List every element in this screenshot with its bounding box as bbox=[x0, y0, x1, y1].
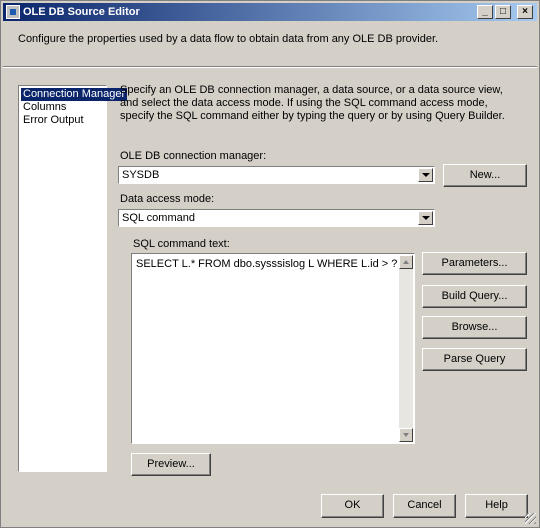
nav-item-error-output[interactable]: Error Output bbox=[21, 114, 86, 127]
nav-item-connection-manager[interactable]: Connection Manager bbox=[21, 88, 128, 101]
chevron-down-icon[interactable] bbox=[418, 211, 433, 225]
browse-button[interactable]: Browse... bbox=[422, 316, 527, 339]
header-divider bbox=[3, 66, 537, 68]
browse-button-label: Browse... bbox=[451, 321, 498, 333]
connection-manager-value: SYSDB bbox=[122, 169, 160, 181]
cancel-button[interactable]: Cancel bbox=[393, 494, 456, 518]
window-title: OLE DB Source Editor bbox=[23, 6, 140, 18]
connection-manager-select[interactable]: SYSDB bbox=[118, 166, 435, 184]
minimize-button[interactable]: _ bbox=[477, 5, 493, 19]
preview-button-label: Preview... bbox=[147, 458, 195, 470]
new-connection-button[interactable]: New... bbox=[443, 164, 527, 187]
parse-query-button[interactable]: Parse Query bbox=[422, 348, 527, 371]
ok-button-label: OK bbox=[344, 499, 361, 511]
connection-manager-label: OLE DB connection manager: bbox=[120, 150, 267, 162]
help-button-label: Help bbox=[485, 499, 508, 511]
ok-button[interactable]: OK bbox=[321, 494, 384, 518]
scroll-down-icon[interactable] bbox=[399, 428, 413, 442]
sql-command-textarea[interactable]: SELECT L.* FROM dbo.sysssislog L WHERE L… bbox=[131, 253, 415, 444]
access-mode-value: SQL command bbox=[122, 212, 195, 224]
sql-command-text: SELECT L.* FROM dbo.sysssislog L WHERE L… bbox=[136, 258, 398, 270]
new-connection-button-label: New... bbox=[469, 169, 501, 181]
vertical-scrollbar[interactable] bbox=[399, 255, 413, 442]
page-list: Connection Manager Columns Error Output bbox=[18, 85, 128, 472]
cancel-button-label: Cancel bbox=[407, 499, 442, 511]
maximize-button[interactable]: □ bbox=[495, 5, 511, 19]
instructions-text: Specify an OLE DB connection manager, a … bbox=[120, 84, 505, 122]
close-button[interactable]: × bbox=[517, 5, 533, 19]
sql-text-label: SQL command text: bbox=[133, 238, 230, 250]
build-query-button[interactable]: Build Query... bbox=[422, 285, 527, 308]
help-button[interactable]: Help bbox=[465, 494, 528, 518]
resize-grip-icon[interactable] bbox=[525, 513, 536, 524]
parse-query-button-label: Parse Query bbox=[443, 353, 506, 365]
title-bar[interactable]: OLE DB Source Editor _ □ × bbox=[3, 3, 537, 21]
nav-item-columns[interactable]: Columns bbox=[21, 101, 68, 114]
dialog-window: OLE DB Source Editor _ □ × Configure the… bbox=[0, 0, 540, 528]
dialog-description: Configure the properties used by a data … bbox=[18, 33, 439, 45]
scroll-up-icon[interactable] bbox=[399, 255, 413, 269]
build-query-button-label: Build Query... bbox=[441, 290, 508, 302]
app-icon bbox=[6, 5, 20, 19]
access-mode-select[interactable]: SQL command bbox=[118, 209, 435, 227]
access-mode-label: Data access mode: bbox=[120, 193, 215, 205]
parameters-button-label: Parameters... bbox=[441, 257, 508, 269]
parameters-button[interactable]: Parameters... bbox=[422, 252, 527, 275]
chevron-down-icon[interactable] bbox=[418, 168, 433, 182]
preview-button[interactable]: Preview... bbox=[131, 453, 211, 476]
